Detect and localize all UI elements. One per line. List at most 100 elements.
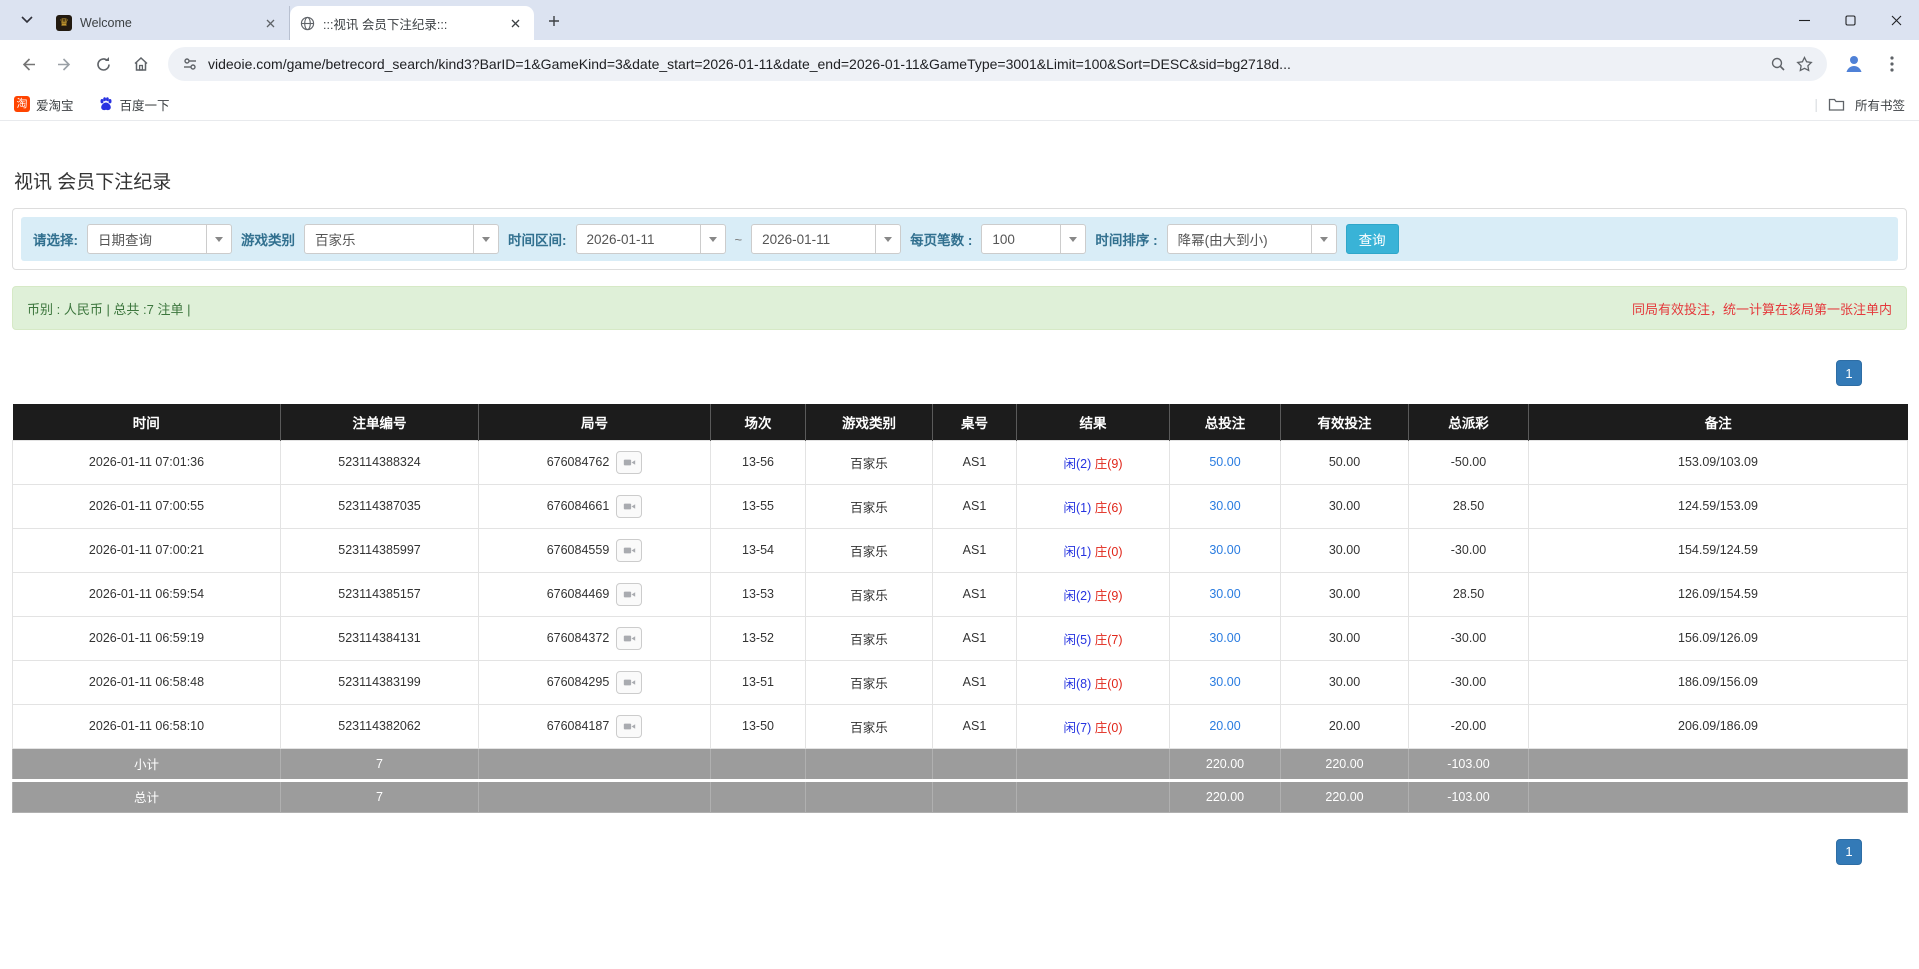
pagination-page-1[interactable]: 1	[1836, 838, 1862, 865]
cell-time: 2026-01-11 06:58:48	[12, 659, 281, 705]
cell-round-no: 676084469	[478, 571, 711, 617]
sort-select[interactable]: 降幂(由大到小)	[1166, 224, 1337, 254]
bookmark-star-icon[interactable]	[1796, 55, 1813, 73]
reload-button[interactable]	[86, 47, 120, 81]
cell-result: 闲(2) 庄(9)	[1016, 439, 1170, 485]
new-tab-button[interactable]	[540, 7, 568, 35]
game-kind-select[interactable]: 百家乐	[304, 224, 499, 254]
tab-betrecord[interactable]: :::视讯 会员下注纪录:::	[290, 6, 534, 40]
cell-payout: -30.00	[1408, 615, 1529, 661]
per-page-select[interactable]: 100	[981, 224, 1087, 254]
video-replay-icon[interactable]	[616, 626, 643, 650]
total-bet-link[interactable]: 50.00	[1209, 455, 1240, 469]
address-bar[interactable]: videoie.com/game/betrecord_search/kind3?…	[168, 47, 1827, 81]
cell-total-bet: 30.00	[1169, 527, 1281, 573]
video-replay-icon[interactable]	[616, 670, 643, 694]
tab-welcome[interactable]: ♛ Welcome	[46, 6, 290, 40]
browser-window: ♛ Welcome :::视讯 会员下注纪录::: videoie.com/ga…	[0, 0, 1919, 121]
date-end-select[interactable]: 2026-01-11	[751, 224, 902, 254]
bookmark-aitaobao[interactable]: 淘 爱淘宝	[14, 95, 74, 114]
cell-table-no: AS1	[932, 615, 1017, 661]
table-row: 2026-01-11 07:00:55 523114387035 6760846…	[12, 483, 1908, 529]
profile-avatar[interactable]	[1837, 47, 1871, 81]
total-bet-link[interactable]: 30.00	[1209, 631, 1240, 645]
video-replay-icon[interactable]	[616, 494, 643, 518]
cell-payout: -30.00	[1408, 527, 1529, 573]
cell-payout: -50.00	[1408, 439, 1529, 485]
total-bet-link[interactable]: 30.00	[1209, 499, 1240, 513]
video-replay-icon[interactable]	[616, 450, 643, 474]
back-icon	[19, 56, 36, 73]
divider: |	[1814, 96, 1818, 112]
zoom-icon[interactable]	[1770, 56, 1786, 72]
search-button[interactable]: 查询	[1345, 224, 1399, 254]
cell-payout: 28.50	[1408, 483, 1529, 529]
tab-close-icon[interactable]	[261, 14, 279, 32]
chevron-down-icon[interactable]	[1060, 225, 1085, 253]
query-type-value: 日期查询	[98, 233, 152, 248]
chevron-down-icon[interactable]	[699, 225, 725, 253]
chevron-down-icon[interactable]	[1310, 225, 1336, 253]
maximize-button[interactable]	[1827, 0, 1873, 40]
cell-round-no: 676084661	[478, 483, 711, 529]
cell-bet-no: 523114382062	[280, 703, 479, 749]
cell-note: 124.59/153.09	[1528, 483, 1908, 529]
plus-icon	[548, 15, 560, 27]
cell-total-bet: 50.00	[1169, 439, 1281, 485]
total-bet-link[interactable]: 20.00	[1209, 719, 1240, 733]
cell-bet-no: 523114388324	[280, 439, 479, 485]
per-page-label: 每页笔数 :	[910, 233, 973, 248]
bookmarks-bar: 淘 爱淘宝 百度一下 | 所有书签	[0, 88, 1919, 121]
all-bookmarks[interactable]: | 所有书签	[1814, 95, 1905, 114]
cell-bet-no: 523114383199	[280, 659, 479, 705]
col-payout: 总派彩	[1408, 404, 1529, 440]
url-text[interactable]: videoie.com/game/betrecord_search/kind3?…	[208, 56, 1760, 72]
cell-note: 186.09/156.09	[1528, 659, 1908, 705]
cell-note: 206.09/186.09	[1528, 703, 1908, 749]
cell-game-kind: 百家乐	[805, 615, 933, 661]
cell-payout: 28.50	[1408, 571, 1529, 617]
cell-game-kind: 百家乐	[805, 483, 933, 529]
baidu-paw-icon	[98, 96, 114, 112]
cell-valid-bet: 20.00	[1280, 703, 1409, 749]
cell-session: 13-54	[710, 527, 806, 573]
chevron-down-icon[interactable]	[206, 225, 231, 253]
total-bet-link[interactable]: 30.00	[1209, 675, 1240, 689]
pagination-page-1[interactable]: 1	[1836, 360, 1862, 386]
summary-row: 小计 7 220.00 220.00 -103.00	[12, 747, 1908, 781]
cell-sum-count: 7	[280, 778, 479, 813]
col-bet-no: 注单编号	[280, 404, 479, 440]
site-info-icon[interactable]	[182, 56, 198, 72]
video-replay-icon[interactable]	[616, 582, 643, 606]
total-bet-link[interactable]: 30.00	[1209, 543, 1240, 557]
bookmark-baidu[interactable]: 百度一下	[98, 95, 170, 114]
game-kind-value: 百家乐	[315, 233, 356, 248]
cell-round-no: 676084295	[478, 659, 711, 705]
minimize-button[interactable]	[1781, 0, 1827, 40]
home-button[interactable]	[124, 47, 158, 81]
video-replay-icon[interactable]	[616, 714, 643, 738]
tab-close-icon[interactable]	[506, 14, 524, 32]
cell-game-kind: 百家乐	[805, 571, 933, 617]
tab-search-button[interactable]	[12, 5, 42, 35]
reload-icon	[95, 56, 112, 73]
cell-total-bet: 20.00	[1169, 703, 1281, 749]
cell-sum-count: 7	[280, 747, 479, 781]
col-total-bet: 总投注	[1169, 404, 1281, 440]
date-start-select[interactable]: 2026-01-11	[575, 224, 726, 254]
close-button[interactable]	[1873, 0, 1919, 40]
chevron-down-icon[interactable]	[473, 225, 498, 253]
globe-icon	[300, 16, 315, 31]
browser-menu-button[interactable]	[1875, 47, 1909, 81]
bookmark-label: 爱淘宝	[36, 98, 74, 113]
cell-session: 13-55	[710, 483, 806, 529]
chevron-down-icon[interactable]	[875, 225, 900, 253]
cell-round-no: 676084187	[478, 703, 711, 749]
total-bet-link[interactable]: 30.00	[1209, 587, 1240, 601]
cell-round-no: 676084559	[478, 527, 711, 573]
query-type-select[interactable]: 日期查询	[87, 224, 232, 254]
forward-button[interactable]	[48, 47, 82, 81]
close-icon	[1891, 15, 1902, 26]
video-replay-icon[interactable]	[616, 538, 643, 562]
back-button[interactable]	[10, 47, 44, 81]
